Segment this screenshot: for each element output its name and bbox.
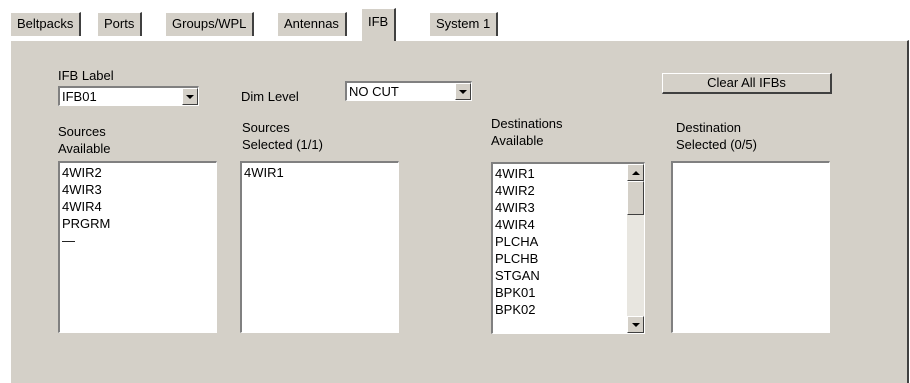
destination-selected-list[interactable] xyxy=(671,161,830,333)
list-item[interactable]: — xyxy=(62,232,214,249)
tab-label: Groups/WPL xyxy=(172,16,247,31)
chevron-down-icon xyxy=(186,94,194,99)
scroll-down-button[interactable] xyxy=(627,316,644,333)
ifb-panel: IFB Label IFB01 Dim Level NO CUT Clear A… xyxy=(10,40,909,383)
ifb-label-caption: IFB Label xyxy=(58,68,114,83)
list-item[interactable]: PRGRM xyxy=(62,215,214,232)
scroll-up-button[interactable] xyxy=(627,164,644,181)
list-item[interactable]: 4WIR1 xyxy=(244,164,396,181)
sources-available-caption-line2: Available xyxy=(58,141,111,156)
chevron-down-icon xyxy=(459,89,467,94)
tab-label: IFB xyxy=(368,14,389,29)
tab-label: Beltpacks xyxy=(17,16,74,31)
tab-antennas[interactable]: Antennas xyxy=(277,12,347,36)
ifb-label-dropdown-button[interactable] xyxy=(182,88,198,105)
list-item[interactable]: PLCHB xyxy=(495,250,642,267)
list-item[interactable]: BPK01 xyxy=(495,284,642,301)
list-item[interactable]: BPK02 xyxy=(495,301,642,318)
tab-ifb[interactable]: IFB xyxy=(361,8,397,41)
tab-label: Antennas xyxy=(284,16,339,31)
destinations-available-list[interactable]: 4WIR1 4WIR2 4WIR3 4WIR4 PLCHA PLCHB STGAN BPK01… xyxy=(491,162,645,334)
destination-selected-caption-line1: Destination xyxy=(676,120,742,135)
dim-level-caption: Dim Level xyxy=(241,89,299,104)
sources-available-list[interactable]: 4WIR2 4WIR3 4WIR4 PRGRM — xyxy=(58,161,217,333)
dim-level-dropdown-button[interactable] xyxy=(455,83,471,100)
destinations-scrollbar[interactable] xyxy=(627,164,644,333)
list-item[interactable]: STGAN xyxy=(495,267,642,284)
sources-selected-list[interactable]: 4WIR1 xyxy=(240,161,399,333)
tab-label: System 1 xyxy=(436,16,491,31)
scroll-thumb[interactable] xyxy=(627,181,644,215)
list-item[interactable]: 4WIR4 xyxy=(62,198,214,215)
dim-level-select[interactable]: NO CUT xyxy=(345,81,472,101)
list-item[interactable]: 4WIR3 xyxy=(62,181,214,198)
tab-groups-wpl[interactable]: Groups/WPL xyxy=(165,12,255,36)
destinations-available-caption-line1: Destinations xyxy=(491,116,563,131)
clear-all-ifbs-button[interactable]: Clear All IFBs xyxy=(662,73,832,94)
tab-label: Ports xyxy=(104,16,135,31)
arrow-down-icon xyxy=(631,322,640,327)
ifb-label-select[interactable]: IFB01 xyxy=(58,86,199,106)
sources-selected-caption-line2: Selected (1/1) xyxy=(242,137,323,152)
list-item[interactable]: 4WIR4 xyxy=(495,216,642,233)
sources-available-caption-line1: Sources xyxy=(58,124,106,139)
list-item[interactable]: 4WIR1 xyxy=(495,165,642,182)
list-item[interactable]: 4WIR2 xyxy=(62,164,214,181)
dim-level-value: NO CUT xyxy=(349,84,399,99)
sources-selected-caption-line1: Sources xyxy=(242,120,290,135)
tab-system-1[interactable]: System 1 xyxy=(429,12,499,36)
destination-selected-caption-line2: Selected (0/5) xyxy=(676,137,757,152)
list-item[interactable]: PLCHA xyxy=(495,233,642,250)
arrow-up-icon xyxy=(631,170,640,175)
destinations-available-caption-line2: Available xyxy=(491,133,544,148)
tab-strip: Beltpacks Ports Groups/WPL Antennas IFB … xyxy=(0,0,910,41)
list-item[interactable]: 4WIR2 xyxy=(495,182,642,199)
ifb-label-value: IFB01 xyxy=(62,89,97,104)
tab-ports[interactable]: Ports xyxy=(97,12,143,36)
tab-beltpacks[interactable]: Beltpacks xyxy=(10,12,82,36)
list-item[interactable]: 4WIR3 xyxy=(495,199,642,216)
